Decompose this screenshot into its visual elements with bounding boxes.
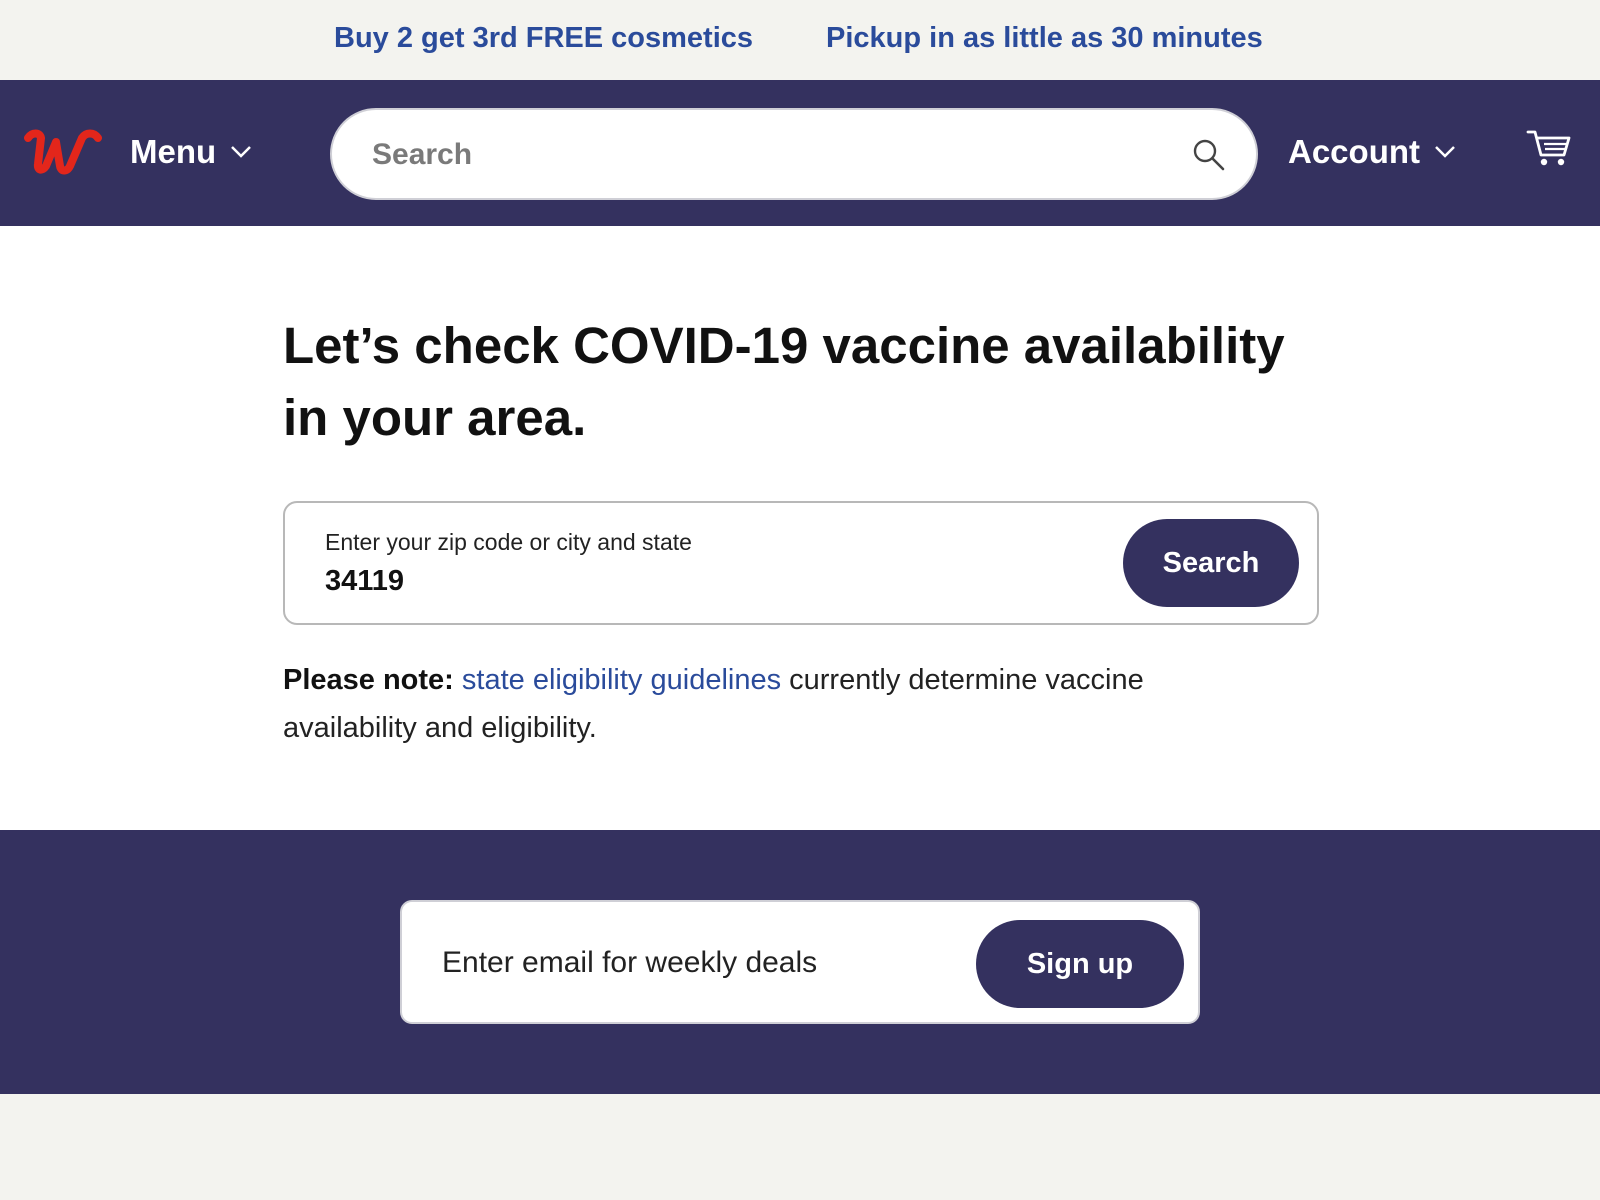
eligibility-note: Please note: state eligibility guideline… bbox=[283, 656, 1223, 752]
footer-strip bbox=[0, 1094, 1600, 1200]
promo-link-cosmetics[interactable]: Buy 2 get 3rd FREE cosmetics bbox=[334, 22, 753, 55]
zip-input[interactable] bbox=[325, 561, 1025, 601]
header-search-input[interactable] bbox=[372, 130, 1132, 180]
main-content: Let’s check COVID-19 vaccine availabilit… bbox=[0, 226, 1600, 830]
eligibility-guidelines-link[interactable]: state eligibility guidelines bbox=[462, 664, 781, 696]
page-title: Let’s check COVID-19 vaccine availabilit… bbox=[283, 317, 1285, 446]
site-header: Menu Account bbox=[0, 80, 1600, 226]
zip-field-label: Enter your zip code or city and state bbox=[325, 529, 692, 555]
header-search-box bbox=[330, 108, 1258, 200]
menu-button[interactable]: Menu bbox=[130, 128, 252, 176]
note-lead: Please note: bbox=[283, 664, 454, 696]
account-label: Account bbox=[1288, 133, 1420, 170]
menu-label: Menu bbox=[130, 133, 217, 170]
zip-search-button[interactable]: Search bbox=[1123, 519, 1299, 607]
chevron-down-icon bbox=[231, 146, 252, 158]
sign-up-button[interactable]: Sign up bbox=[976, 920, 1184, 1008]
chevron-down-icon bbox=[1435, 146, 1455, 158]
newsletter-band: Sign up bbox=[0, 830, 1600, 1094]
account-button[interactable]: Account bbox=[1288, 128, 1456, 176]
promo-bar: Buy 2 get 3rd FREE cosmetics Pickup in a… bbox=[0, 0, 1600, 80]
zip-search-box: Enter your zip code or city and state Se… bbox=[283, 501, 1319, 625]
email-signup-box: Sign up bbox=[400, 900, 1200, 1024]
cart-icon[interactable] bbox=[1526, 128, 1572, 168]
promo-link-pickup[interactable]: Pickup in as little as 30 minutes bbox=[826, 22, 1263, 55]
search-icon[interactable] bbox=[1192, 138, 1226, 172]
walgreens-logo[interactable] bbox=[22, 124, 102, 180]
email-input[interactable] bbox=[442, 940, 942, 986]
